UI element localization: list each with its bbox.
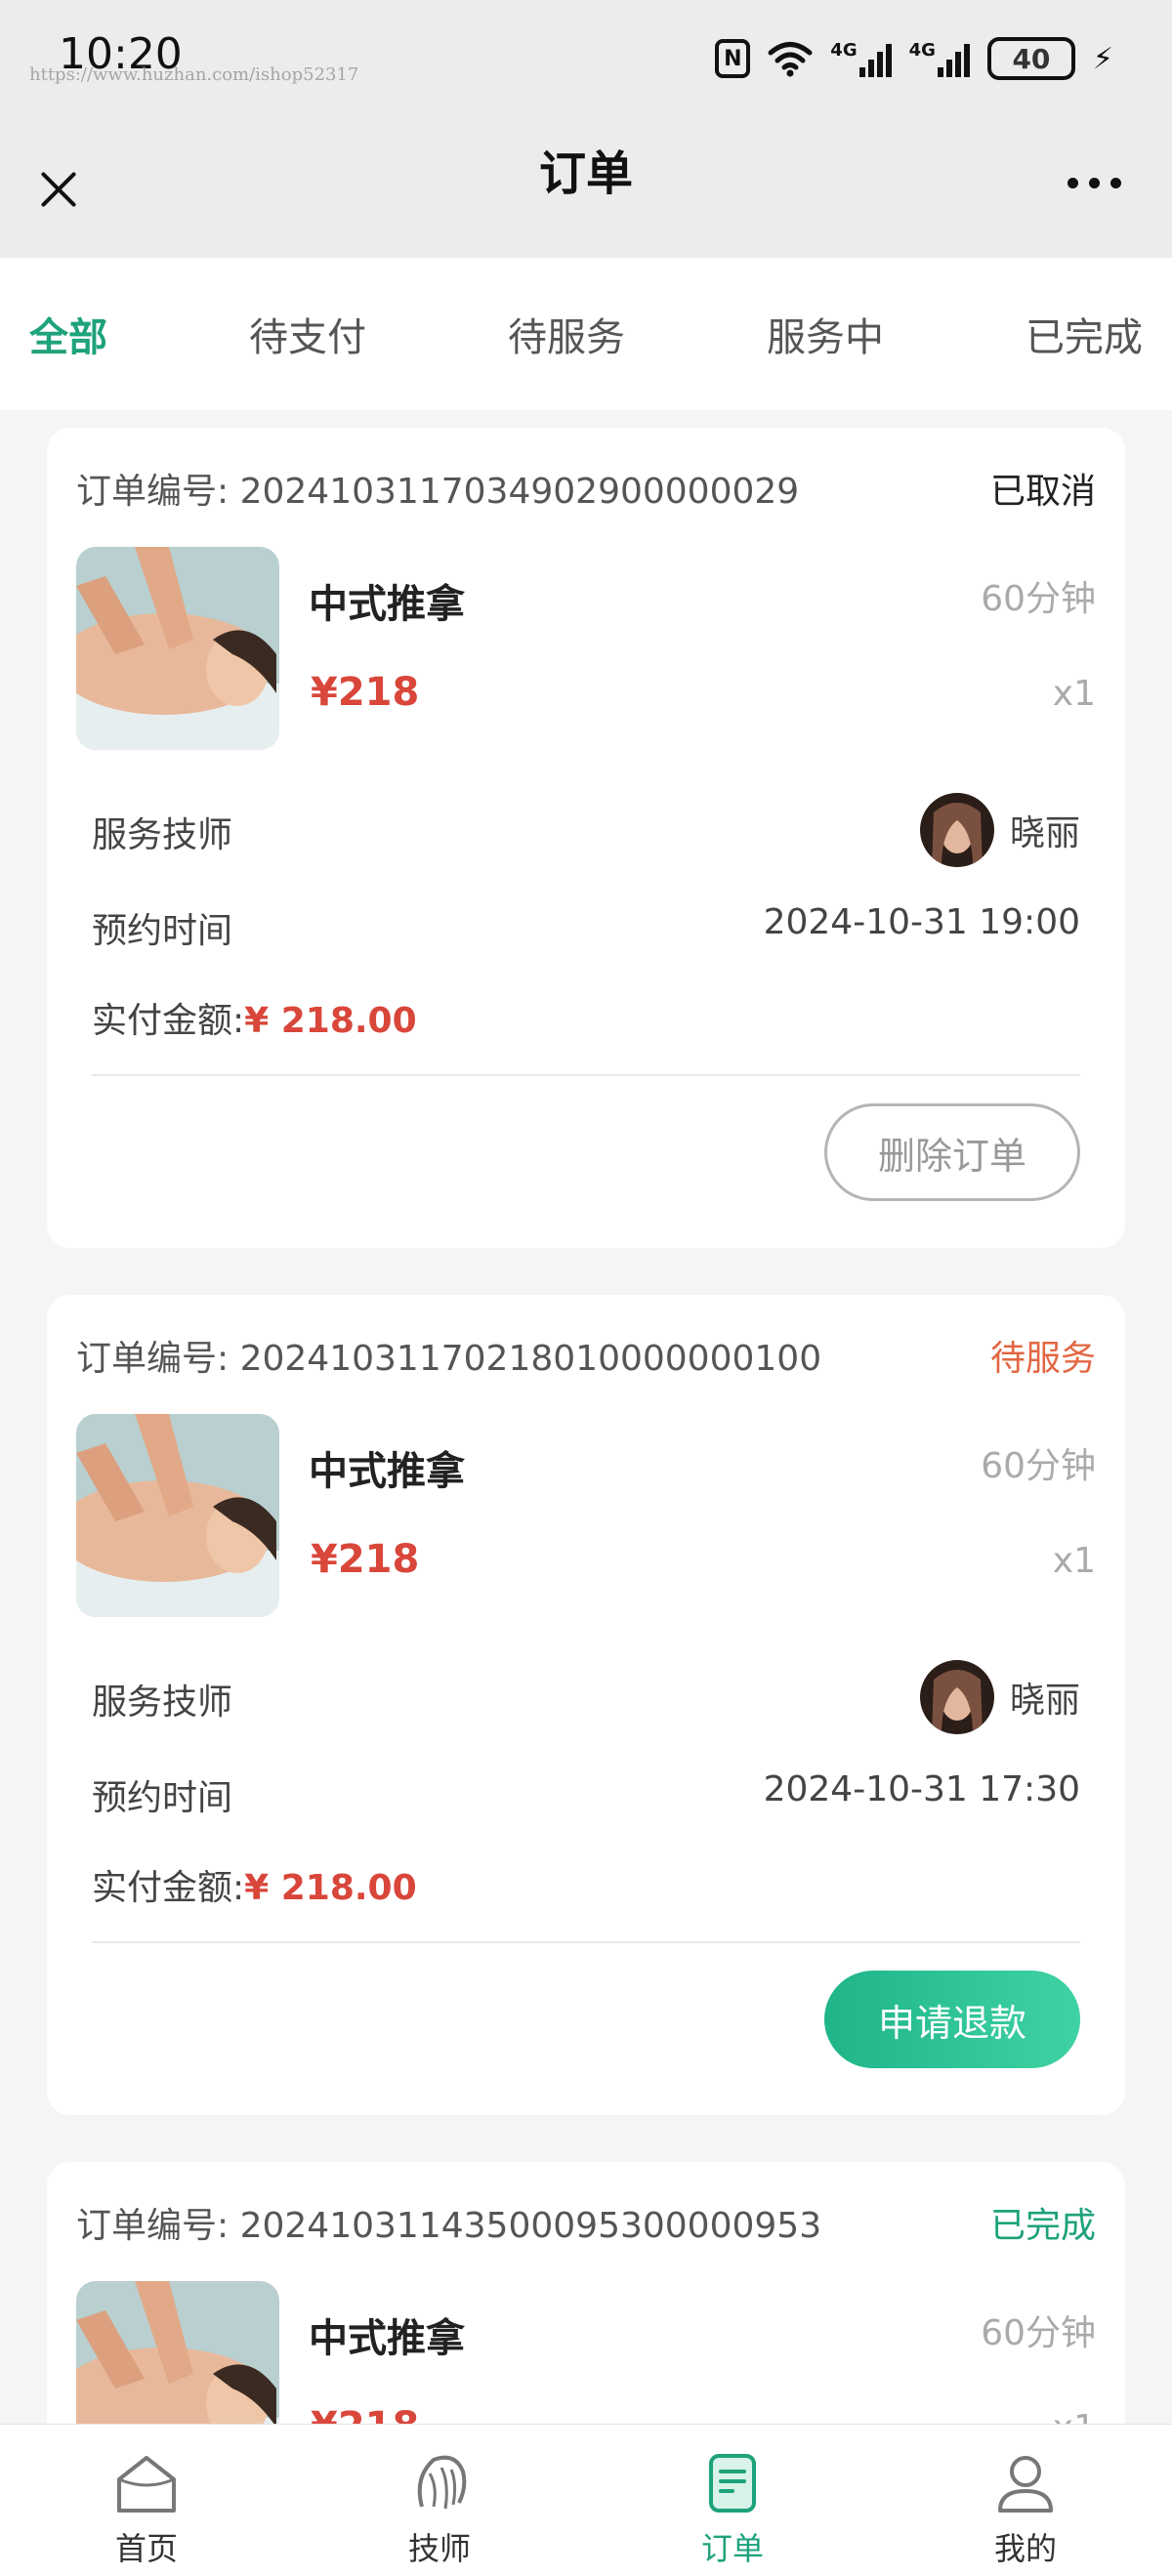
bottom-tab-label: 订单 [700,2530,764,2567]
order-card[interactable]: 订单编号: 20241031170218010000000100 待服务 中式推… [47,1295,1125,2115]
paid-amount: ¥ 218.00 [244,1001,417,1041]
paid-amount: ¥ 218.00 [244,1868,417,1908]
service-duration: 60分钟 [981,2313,1096,2353]
service-thumbnail [76,1414,279,1617]
divider [92,1941,1080,1943]
appointment-time: 2024-10-31 19:00 [763,902,1080,942]
order-tabs: 全部 待支付 待服务 服务中 已完成 [0,258,1172,410]
bottom-tab-orders[interactable]: 订单 [586,2425,879,2576]
tab-completed[interactable]: 已完成 [1026,306,1143,362]
screen: 10:20 https://www.huzhan.com/ishop52317 … [0,0,1172,2576]
profile-icon [998,2456,1053,2513]
order-header: 订单编号: 2024103117034902900000029 已取消 [76,463,1096,514]
tab-all[interactable]: 全部 [29,306,107,362]
avatar [919,1660,994,1734]
bottom-tab-bar: 首页 技师 订单 我的 [0,2424,1172,2576]
paid-label: 实付金额: [92,1001,245,1041]
appointment-time-label: 预约时间 [92,1778,233,1818]
service-duration: 60分钟 [981,579,1096,619]
technician-label: 服务技师 [92,1683,233,1723]
bottom-tab-label: 首页 [114,2530,178,2567]
status-icons: N 4G 4G 40 ⚡ [715,37,1113,80]
technician-name: 晓丽 [1009,1681,1080,1721]
technician-name: 晓丽 [1009,813,1080,853]
service-price: ¥218 [311,670,420,715]
service-name: 中式推拿 [309,582,465,627]
paid-amount-row: 实付金额:¥ 218.00 [92,1859,417,1910]
service-price: ¥218 [311,1537,420,1582]
charging-icon: ⚡ [1092,41,1113,76]
service-thumbnail [76,547,279,750]
technician[interactable]: 晓丽 [919,793,1080,867]
service-quantity: x1 [1052,1541,1096,1581]
tab-pending-payment[interactable]: 待支付 [249,306,366,362]
home-icon [117,2456,176,2513]
more-icon[interactable] [1067,178,1121,188]
bottom-tab-home[interactable]: 首页 [0,2425,293,2576]
technician-label: 服务技师 [92,815,233,855]
order-header: 订单编号: 20241031143500095300000953 已完成 [76,2197,1096,2248]
bottom-tab-label: 我的 [993,2530,1057,2567]
technician[interactable]: 晓丽 [919,1660,1080,1734]
service-duration: 60分钟 [981,1446,1096,1486]
signal-icon-1: 4G [830,40,892,77]
order-number: 20241031143500095300000953 [239,2206,822,2246]
order-no-label: 订单编号: [76,2206,230,2246]
order-status: 待服务 [989,1339,1096,1379]
nfc-icon: N [715,39,751,78]
bottom-tab-label: 技师 [407,2530,471,2567]
service-quantity: x1 [1052,674,1096,714]
service-name: 中式推拿 [309,2316,465,2361]
order-no-label: 订单编号: [76,472,230,512]
order-no-label: 订单编号: [76,1339,230,1379]
refund-request-button[interactable]: 申请退款 [824,1971,1080,2068]
battery-icon: 40 [986,37,1075,80]
order-number: 2024103117034902900000029 [239,472,800,512]
order-card[interactable]: 订单编号: 2024103117034902900000029 已取消 中式推拿… [47,428,1125,1248]
page-title: 订单 [538,146,633,201]
order-header: 订单编号: 20241031170218010000000100 待服务 [76,1330,1096,1381]
order-status: 已取消 [989,472,1096,512]
delete-order-button[interactable]: 删除订单 [824,1103,1080,1201]
avatar [919,793,994,867]
signal-icon-2: 4G [909,40,970,77]
wifi-icon [768,40,813,77]
bottom-tab-profile[interactable]: 我的 [879,2425,1172,2576]
status-bar: 10:20 https://www.huzhan.com/ishop52317 … [0,0,1172,117]
appointment-time: 2024-10-31 17:30 [763,1769,1080,1809]
order-number: 20241031170218010000000100 [239,1339,822,1379]
tab-pending-service[interactable]: 待服务 [508,306,625,362]
therapist-icon [417,2455,467,2510]
order-status: 已完成 [989,2206,1096,2246]
divider [92,1074,1080,1076]
paid-label: 实付金额: [92,1868,245,1908]
tab-in-service[interactable]: 服务中 [767,306,884,362]
watermark-url: https://www.huzhan.com/ishop52317 [29,64,359,85]
order-icon [709,2454,756,2513]
appointment-time-label: 预约时间 [92,911,233,951]
bottom-tab-therapist[interactable]: 技师 [293,2425,586,2576]
nav-bar: 订单 [0,117,1172,258]
paid-amount-row: 实付金额:¥ 218.00 [92,992,417,1043]
service-name: 中式推拿 [309,1449,465,1494]
